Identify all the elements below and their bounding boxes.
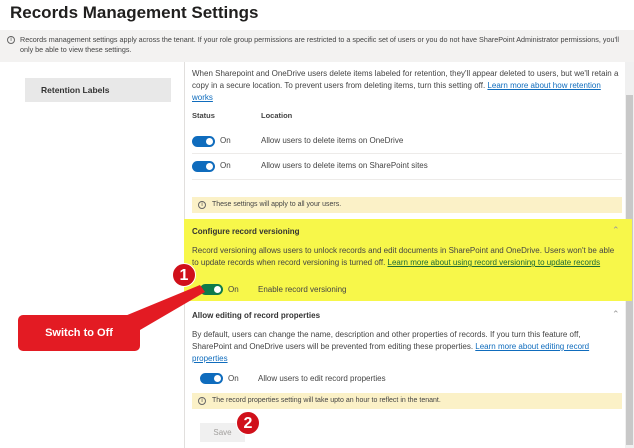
annotation-arrow <box>120 285 205 330</box>
step-1-badge: 1 <box>172 263 196 287</box>
step-2-badge: 2 <box>236 411 260 435</box>
callout-label: Switch to Off <box>18 315 140 351</box>
